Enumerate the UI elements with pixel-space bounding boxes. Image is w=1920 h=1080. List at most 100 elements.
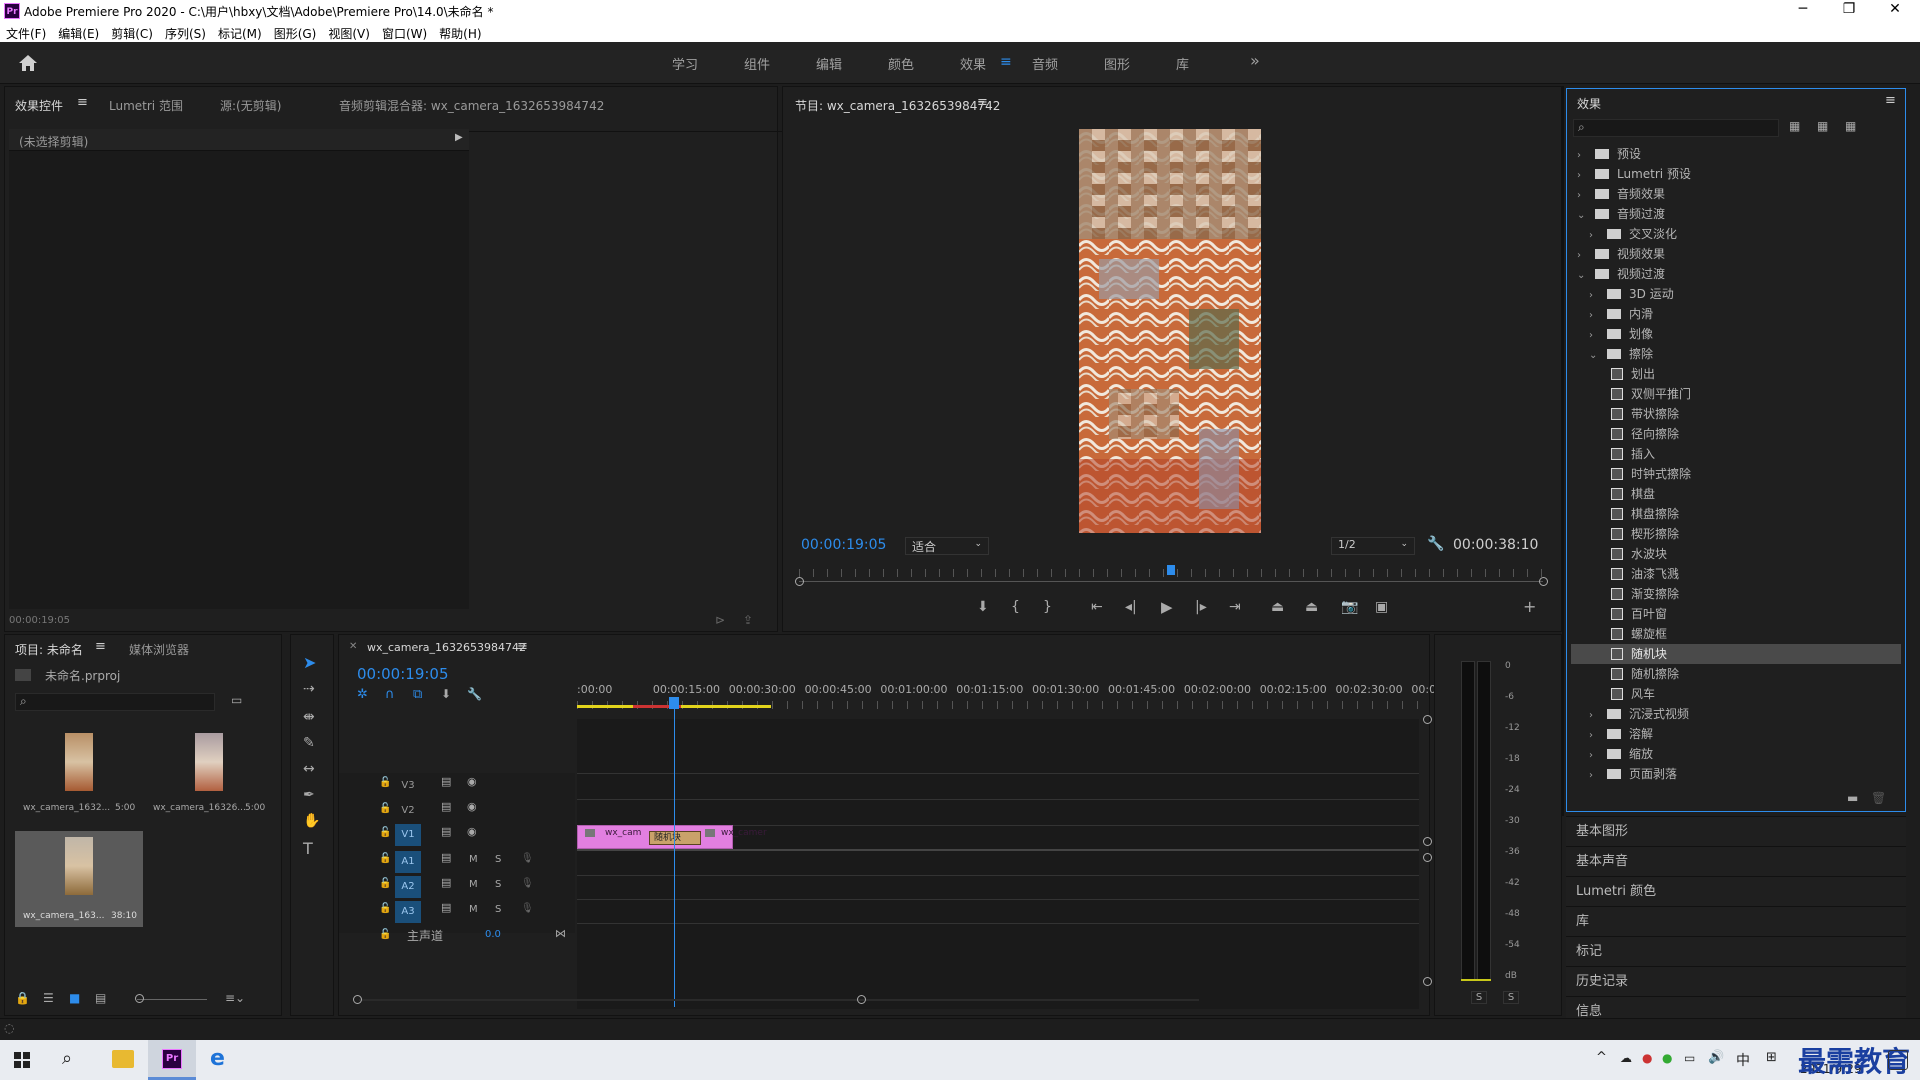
effects-tree-item[interactable]: ⌄ 音频过渡 xyxy=(1571,204,1901,224)
hand-icon[interactable]: ✋ xyxy=(303,813,320,829)
tray-cloud-icon[interactable]: ☁ xyxy=(1620,1051,1632,1065)
a1-mute[interactable]: M xyxy=(469,854,478,865)
step-back-icon[interactable]: ◂| xyxy=(1125,599,1137,615)
new-bin-icon[interactable]: ▬ xyxy=(1847,791,1858,805)
v1-lock-icon[interactable]: 🔓 xyxy=(379,827,391,838)
a1-sync-icon[interactable]: ▤ xyxy=(441,851,451,864)
effects-tree-item[interactable]: 楔形擦除 xyxy=(1571,524,1901,544)
timeline-timecode[interactable]: 00:00:19:05 xyxy=(357,665,449,683)
v1-eye-icon[interactable]: ◉ xyxy=(467,825,477,838)
effects-tree-item[interactable]: › 视频效果 xyxy=(1571,244,1901,264)
chevron-down-icon[interactable]: ⌄ xyxy=(1577,266,1587,286)
program-playhead-timecode[interactable]: 00:00:19:05 xyxy=(801,537,886,553)
a3-solo[interactable]: S xyxy=(495,904,501,915)
menu-help[interactable]: 帮助(H) xyxy=(433,22,487,42)
minimize-button[interactable]: ─ xyxy=(1780,1,1826,17)
tray-app-icon[interactable]: ● xyxy=(1642,1051,1652,1065)
notification-icon[interactable] xyxy=(1888,1050,1908,1070)
v-zoom-handle-top[interactable] xyxy=(1423,715,1432,724)
chevron-right-icon[interactable]: › xyxy=(1589,746,1599,766)
home-icon[interactable] xyxy=(18,54,38,72)
menu-file[interactable]: 文件(F) xyxy=(0,22,52,42)
menu-marker[interactable]: 标记(M) xyxy=(212,22,268,42)
effects-tree-item[interactable]: 百叶窗 xyxy=(1571,604,1901,624)
a3-mute[interactable]: M xyxy=(469,904,478,915)
effects-tree-item[interactable]: 时钟式擦除 xyxy=(1571,464,1901,484)
menu-graphics[interactable]: 图形(G) xyxy=(268,22,323,42)
tab-lumetri-scopes[interactable]: Lumetri 范围 xyxy=(109,97,183,114)
track-area[interactable] xyxy=(577,719,1419,1009)
collapsed-panel[interactable]: 库 xyxy=(1566,906,1906,936)
collapsed-panel[interactable]: 基本图形 xyxy=(1566,816,1906,846)
effects-tree-item[interactable]: 插入 xyxy=(1571,444,1901,464)
master-volume[interactable]: 0.0 xyxy=(485,929,501,940)
tray-chevron-icon[interactable]: ^ xyxy=(1596,1050,1607,1065)
effects-tree-item[interactable]: › 3D 运动 xyxy=(1571,284,1901,304)
effects-tree-item[interactable]: › 溶解 xyxy=(1571,724,1901,744)
tab-source[interactable]: 源:(无剪辑) xyxy=(220,97,281,114)
workspace-menu-icon[interactable]: ≡ xyxy=(1000,54,1012,70)
ime-indicator[interactable]: 中 xyxy=(1736,1050,1750,1070)
program-playhead[interactable] xyxy=(1167,565,1175,575)
project-menu-icon[interactable]: ≡ xyxy=(95,639,106,654)
export-icon[interactable]: ⇪ xyxy=(743,613,753,627)
chevron-right-icon[interactable]: › xyxy=(1577,146,1587,166)
v-zoom-handle-mid[interactable] xyxy=(1423,837,1432,846)
tab-project[interactable]: 项目: 未命名 xyxy=(15,641,83,658)
effects-tree-item[interactable]: 划出 xyxy=(1571,364,1901,384)
zoom-fit-select[interactable]: 适合 ⌄ xyxy=(905,537,989,555)
effects-tree-item[interactable]: 渐变擦除 xyxy=(1571,584,1901,604)
v1-sync-icon[interactable]: ▤ xyxy=(441,825,451,838)
ime-mode-icon[interactable]: ⊞ xyxy=(1766,1050,1777,1065)
timeline-ruler[interactable]: :00:00 00:00:15:00 00:00:30:00 00:00:45:00 0… xyxy=(577,677,1465,717)
premiere-taskbar-item[interactable]: Pr xyxy=(148,1040,196,1080)
effects-tree-item[interactable]: ⌄ 视频过渡 xyxy=(1571,264,1901,284)
project-item[interactable]: wx_camera_16326... 5:00 xyxy=(145,727,273,823)
workspace-libraries[interactable]: 库 xyxy=(1176,54,1189,73)
timeline-marker-icon[interactable]: ⬇ xyxy=(441,687,451,701)
collapsed-panel[interactable]: 基本声音 xyxy=(1566,846,1906,876)
sort-icon[interactable]: ≡⌄ xyxy=(225,991,245,1005)
add-marker-icon[interactable]: ⬇ xyxy=(977,599,989,615)
close-sequence-icon[interactable]: ✕ xyxy=(349,641,357,652)
chevron-right-icon[interactable]: › xyxy=(1589,226,1599,246)
timeline-playhead[interactable] xyxy=(674,697,676,1007)
workspace-editing[interactable]: 编辑 xyxy=(816,54,842,73)
effects-tree-item[interactable]: › 音频效果 xyxy=(1571,184,1901,204)
lock-icon[interactable]: 🔒 xyxy=(15,991,30,1005)
slip-icon[interactable]: ↔ xyxy=(303,761,315,777)
chevron-right-icon[interactable]: › xyxy=(1589,326,1599,346)
search-taskbar-icon[interactable]: ⌕ xyxy=(62,1048,72,1069)
zoom-slider[interactable] xyxy=(137,999,207,1000)
effects-tree-item[interactable]: 带状擦除 xyxy=(1571,404,1901,424)
type-tool-icon[interactable]: T xyxy=(303,839,313,858)
v3-sync-icon[interactable]: ▤ xyxy=(441,775,451,788)
tray-volume-icon[interactable]: 🔊 xyxy=(1708,1050,1724,1065)
icon-view-icon[interactable]: ■ xyxy=(69,991,80,1005)
32bit-effects-icon[interactable]: ▦ xyxy=(1817,119,1828,133)
export-frame-icon[interactable]: 📷 xyxy=(1341,599,1358,615)
ripple-edit-icon[interactable]: ⇼ xyxy=(303,709,315,725)
effects-tree-item[interactable]: 随机擦除 xyxy=(1571,664,1901,684)
track-a2[interactable]: A2 xyxy=(395,876,421,898)
effects-tree-item[interactable]: 油漆飞溅 xyxy=(1571,564,1901,584)
effects-tree-item[interactable]: 双侧平推门 xyxy=(1571,384,1901,404)
effects-tree-item[interactable]: › 交叉淡化 xyxy=(1571,224,1901,244)
effects-tree-item[interactable]: 棋盘 xyxy=(1571,484,1901,504)
effects-tree-item[interactable]: 水波块 xyxy=(1571,544,1901,564)
file-explorer-icon[interactable] xyxy=(112,1050,134,1068)
collapsed-panel[interactable]: 历史记录 xyxy=(1566,966,1906,996)
pen-icon[interactable]: ✒ xyxy=(303,787,315,803)
workspace-audio[interactable]: 音频 xyxy=(1032,54,1058,73)
a3-voiceover-icon[interactable]: 🎙 xyxy=(521,903,534,914)
a-zoom-handle-mid[interactable] xyxy=(1423,853,1432,862)
wrench-icon[interactable]: 🔧 xyxy=(1427,536,1444,552)
effects-tree-item[interactable]: › 页面剥落 xyxy=(1571,764,1901,784)
menu-clip[interactable]: 剪辑(C) xyxy=(105,22,159,42)
windows-start-icon[interactable] xyxy=(14,1052,30,1068)
workspace-learn[interactable]: 学习 xyxy=(672,54,698,73)
delete-icon[interactable]: 🗑 xyxy=(1871,791,1886,805)
effects-tree-item[interactable]: 径向擦除 xyxy=(1571,424,1901,444)
chevron-down-icon[interactable]: ⌄ xyxy=(1577,206,1587,226)
tab-audio-clip-mixer[interactable]: 音频剪辑混合器: wx_camera_1632653984742 xyxy=(339,97,604,114)
